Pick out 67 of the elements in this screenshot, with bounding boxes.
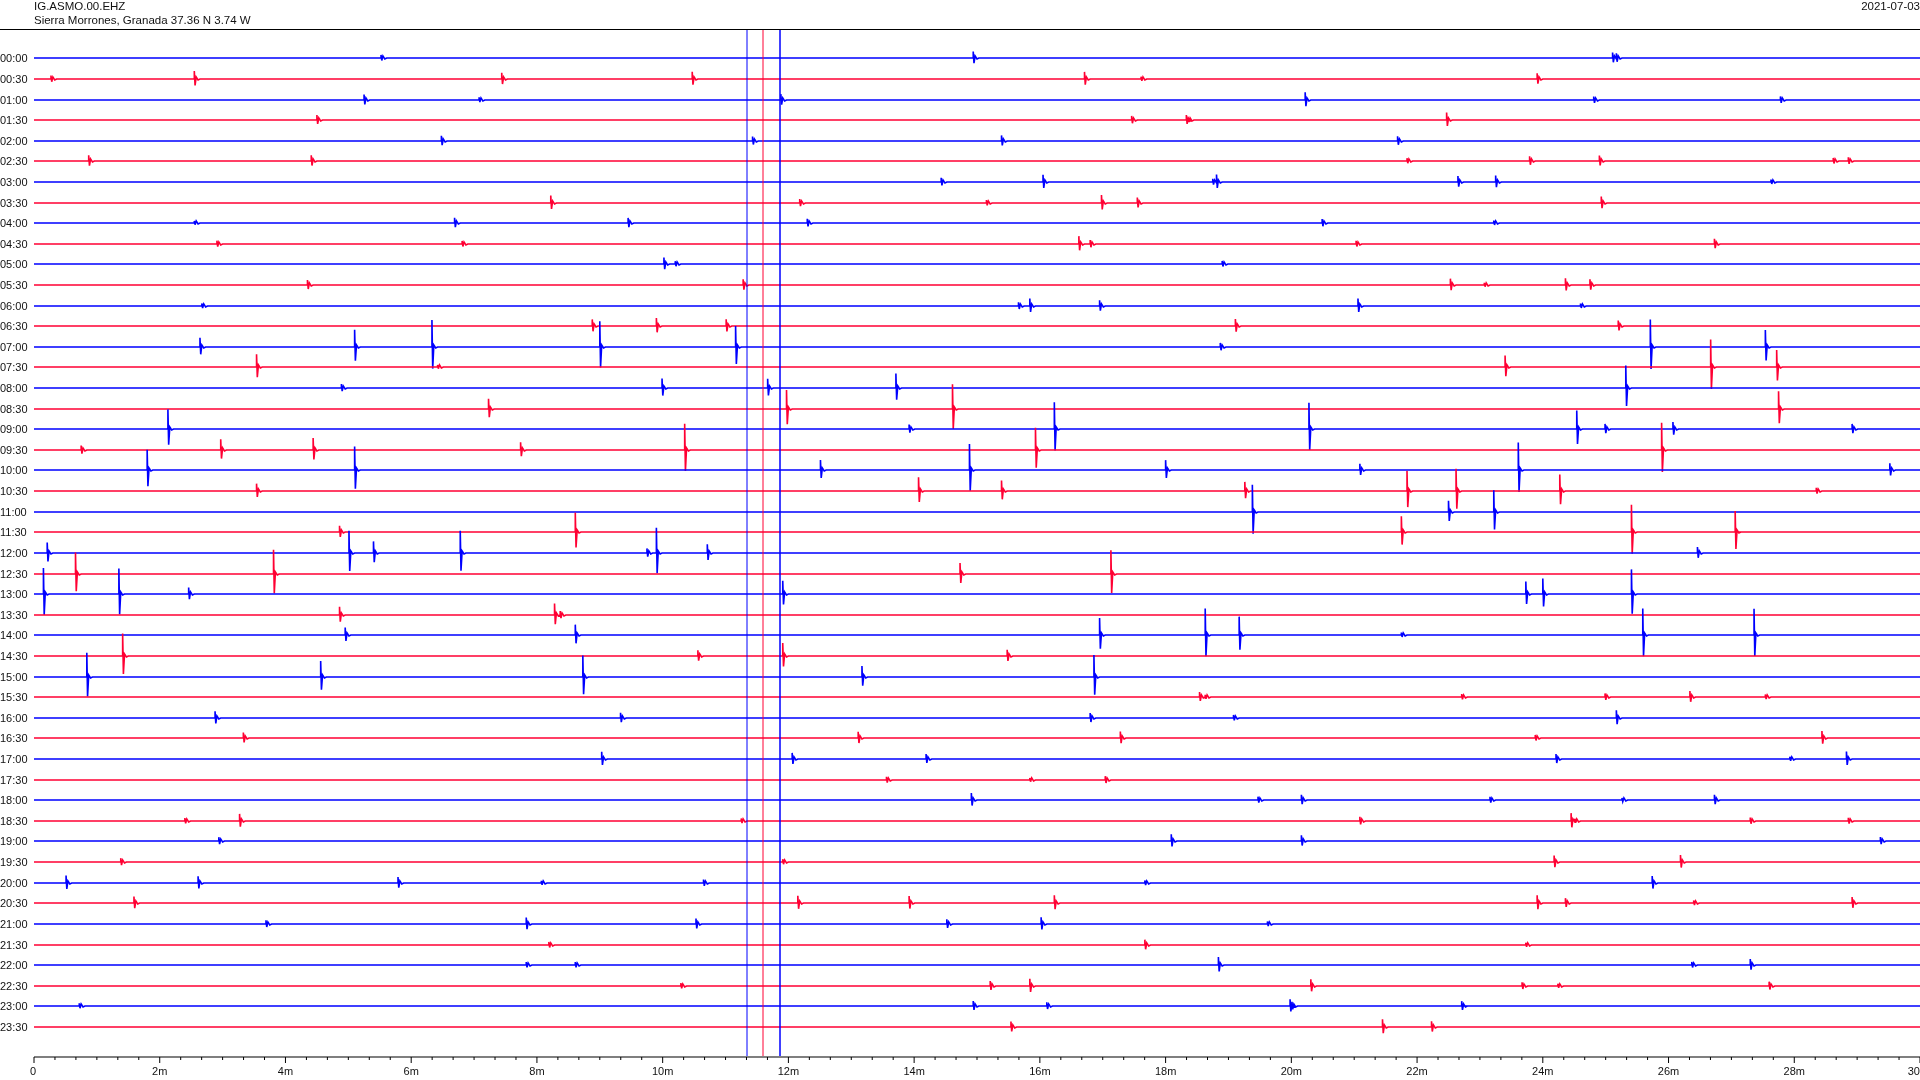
time-label: 07:30	[0, 361, 29, 374]
time-label: 22:30	[0, 979, 29, 992]
axis-tick-label: 10m	[651, 1065, 674, 1077]
time-label: 03:00	[0, 175, 29, 188]
time-label: 17:00	[0, 753, 29, 765]
time-label: 12:00	[0, 546, 29, 559]
time-label: 02:00	[0, 134, 29, 147]
time-label: 06:00	[0, 299, 29, 312]
time-label: 23:30	[0, 1020, 29, 1033]
time-label: 22:00	[0, 959, 29, 972]
axis-tick-label: 18m	[1154, 1065, 1177, 1077]
time-label: 21:30	[0, 938, 29, 951]
axis-tick-label: 8m	[529, 1065, 545, 1077]
time-label: 05:00	[0, 258, 29, 271]
time-label: 08:30	[0, 402, 29, 415]
time-label: 04:00	[0, 217, 29, 230]
axis-tick-label: 14m	[903, 1065, 925, 1077]
time-label: 10:00	[0, 464, 29, 477]
time-label: 10:30	[0, 485, 29, 498]
station-location: Sierra Morrones, Granada 37.36 N 3.74 W	[34, 13, 251, 27]
time-label: 13:00	[0, 588, 29, 601]
time-label: 11:00	[0, 505, 28, 518]
axis-tick-label: 26m	[1657, 1065, 1680, 1077]
time-label: 03:30	[0, 196, 29, 209]
time-label: 23:00	[0, 1000, 29, 1013]
time-label: 08:00	[0, 382, 29, 395]
time-label: 15:30	[0, 691, 29, 704]
time-label: 20:00	[0, 876, 29, 889]
time-label: 13:30	[0, 608, 29, 621]
time-label: 19:00	[0, 835, 29, 848]
time-label: 20:30	[0, 897, 29, 910]
time-label: 12:30	[0, 567, 29, 580]
time-label: 16:00	[0, 711, 29, 724]
axis-tick-label: 4m	[277, 1065, 294, 1077]
time-label: 14:30	[0, 649, 29, 662]
axis-tick-label: 24m	[1532, 1065, 1554, 1077]
axis-tick-label: 30	[1907, 1065, 1920, 1077]
time-label: 07:00	[0, 340, 29, 353]
axis-tick-label: 2m	[152, 1065, 168, 1077]
axis-tick-label: 22m	[1406, 1065, 1428, 1077]
time-label: 18:30	[0, 814, 29, 827]
record-date: 2021-07-03	[1861, 0, 1920, 14]
time-label: 02:30	[0, 155, 29, 168]
time-label: 01:30	[0, 114, 29, 127]
time-label: 01:00	[0, 93, 29, 106]
time-label: 00:30	[0, 72, 29, 85]
time-label: 15:00	[0, 670, 29, 683]
axis-tick-label: 0	[30, 1065, 37, 1077]
axis-tick-label: 12m	[777, 1065, 800, 1077]
time-label: 09:00	[0, 423, 29, 436]
time-label: 11:30	[0, 526, 28, 539]
time-label: 06:30	[0, 320, 29, 333]
time-label: 18:00	[0, 794, 29, 807]
axis-tick-label: 6m	[403, 1065, 419, 1077]
axis-tick-label: 28m	[1783, 1065, 1805, 1077]
time-label: 14:00	[0, 629, 29, 642]
time-label: 09:30	[0, 443, 29, 456]
time-label: 19:30	[0, 856, 29, 869]
time-label: 05:30	[0, 279, 29, 291]
station-code: IG.ASMO.00.EHZ	[34, 0, 127, 14]
time-label: 21:00	[0, 917, 29, 930]
time-label: 17:30	[0, 773, 29, 786]
axis-tick-label: 20m	[1280, 1065, 1303, 1077]
time-label: 04:30	[0, 237, 29, 250]
time-label: 16:30	[0, 732, 29, 745]
time-label: 00:00	[0, 52, 29, 65]
axis-tick-label: 16m	[1029, 1065, 1051, 1077]
